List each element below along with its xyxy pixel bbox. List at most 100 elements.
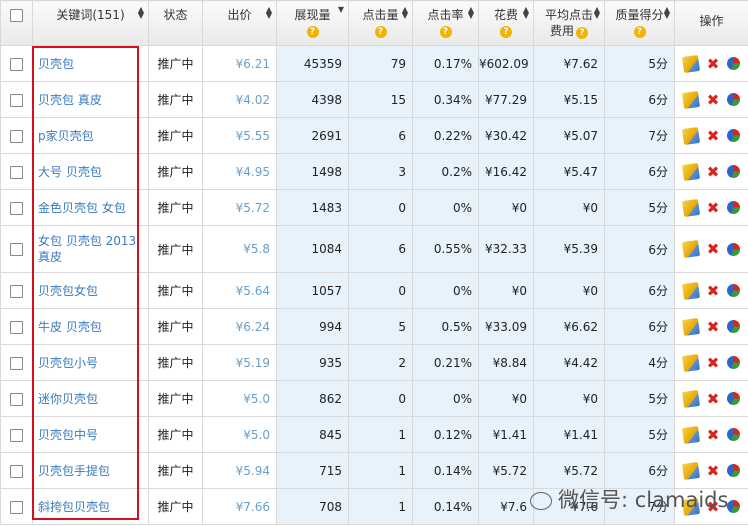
sort-arrows-icon[interactable]: ▲ ▼: [664, 6, 670, 20]
help-icon[interactable]: ?: [306, 26, 319, 38]
sort-arrows-icon[interactable]: ▲ ▼: [468, 6, 474, 20]
edit-icon[interactable]: [681, 198, 701, 217]
sort-arrows-icon[interactable]: ▲ ▼: [138, 6, 144, 20]
delete-icon[interactable]: ✖: [705, 200, 721, 216]
keyword-link[interactable]: 金色贝壳包 女包: [32, 189, 149, 226]
impressions-header[interactable]: 展现量? ▼: [276, 0, 349, 46]
edit-icon[interactable]: [681, 281, 701, 300]
edit-icon[interactable]: [681, 389, 701, 408]
bid-cell[interactable]: ¥7.66: [202, 488, 277, 525]
bid-cell[interactable]: ¥6.21: [202, 45, 277, 82]
row-checkbox[interactable]: [10, 356, 23, 370]
sort-arrows-icon[interactable]: ▲ ▼: [266, 6, 272, 20]
help-icon[interactable]: ?: [633, 26, 646, 38]
delete-icon[interactable]: ✖: [705, 164, 721, 180]
row-checkbox[interactable]: [10, 243, 23, 256]
pie-chart-icon[interactable]: [727, 284, 740, 297]
bid-cell[interactable]: ¥5.55: [202, 117, 277, 154]
edit-icon[interactable]: [681, 162, 701, 181]
bid-cell[interactable]: ¥5.72: [202, 189, 277, 226]
bid-cell[interactable]: ¥5.19: [202, 344, 277, 381]
bid-cell[interactable]: ¥5.94: [202, 452, 277, 489]
edit-icon[interactable]: [681, 239, 701, 259]
bid-cell[interactable]: ¥5.0: [202, 380, 277, 417]
pie-chart-icon[interactable]: [727, 392, 740, 405]
row-checkbox[interactable]: [10, 284, 23, 298]
delete-icon[interactable]: ✖: [705, 319, 721, 335]
pie-chart-icon[interactable]: [727, 464, 740, 477]
keyword-link[interactable]: 贝壳包女包: [32, 272, 149, 309]
delete-icon[interactable]: ✖: [705, 92, 721, 108]
keyword-link[interactable]: 牛皮 贝壳包: [32, 308, 149, 345]
delete-icon[interactable]: ✖: [705, 427, 721, 443]
row-checkbox[interactable]: [10, 392, 23, 406]
edit-icon[interactable]: [681, 126, 701, 145]
cost-header[interactable]: 花费? ▲ ▼: [478, 0, 534, 46]
delete-icon[interactable]: ✖: [705, 355, 721, 371]
keyword-link[interactable]: 贝壳包小号: [32, 344, 149, 381]
pie-chart-icon[interactable]: [727, 201, 740, 214]
keyword-link[interactable]: 贝壳包中号: [32, 416, 149, 453]
delete-icon[interactable]: ✖: [705, 463, 721, 479]
row-checkbox[interactable]: [10, 320, 23, 334]
keyword-link[interactable]: 贝壳包: [32, 45, 149, 82]
row-checkbox[interactable]: [10, 57, 23, 71]
row-checkbox[interactable]: [10, 500, 23, 514]
delete-icon[interactable]: ✖: [705, 391, 721, 407]
keyword-link[interactable]: p家贝壳包: [32, 117, 149, 154]
bid-cell[interactable]: ¥5.8: [202, 225, 277, 273]
sort-arrows-icon[interactable]: ▲ ▼: [402, 6, 408, 20]
quality-header[interactable]: 质量得分? ▲ ▼: [604, 0, 675, 46]
row-checkbox[interactable]: [10, 93, 23, 107]
row-checkbox[interactable]: [10, 201, 23, 215]
help-icon[interactable]: ?: [374, 26, 387, 38]
edit-icon[interactable]: [681, 54, 701, 73]
pie-chart-icon[interactable]: [727, 93, 740, 106]
keyword-link[interactable]: 贝壳包 真皮: [32, 81, 149, 118]
clicks-header[interactable]: 点击量? ▲ ▼: [348, 0, 413, 46]
edit-icon[interactable]: [681, 461, 701, 480]
keyword-header[interactable]: 关键词(151) ▲ ▼: [32, 0, 149, 46]
delete-icon[interactable]: ✖: [705, 283, 721, 299]
ctr-header[interactable]: 点击率? ▲ ▼: [412, 0, 479, 46]
delete-icon[interactable]: ✖: [705, 128, 721, 144]
delete-icon[interactable]: ✖: [705, 241, 721, 257]
row-checkbox[interactable]: [10, 464, 23, 478]
bid-cell[interactable]: ¥5.0: [202, 416, 277, 453]
pie-chart-icon[interactable]: [727, 129, 740, 142]
delete-icon[interactable]: ✖: [705, 56, 721, 72]
pie-chart-icon[interactable]: [727, 242, 740, 256]
edit-icon[interactable]: [681, 90, 701, 109]
keyword-link[interactable]: 斜挎包贝壳包: [32, 488, 149, 525]
keyword-link[interactable]: 贝壳包手提包: [32, 452, 149, 489]
keyword-link[interactable]: 大号 贝壳包: [32, 153, 149, 190]
ctr-cell: 0.5%: [412, 308, 479, 345]
edit-icon[interactable]: [681, 425, 701, 444]
edit-icon[interactable]: [681, 317, 701, 336]
pie-chart-icon[interactable]: [727, 320, 740, 333]
pie-chart-icon[interactable]: [727, 57, 740, 70]
help-icon[interactable]: ?: [500, 26, 512, 38]
pie-chart-icon[interactable]: [727, 500, 740, 513]
help-icon[interactable]: ?: [576, 27, 588, 39]
keyword-link[interactable]: 迷你贝壳包: [32, 380, 149, 417]
bid-cell[interactable]: ¥4.02: [202, 81, 277, 118]
bid-cell[interactable]: ¥6.24: [202, 308, 277, 345]
help-icon[interactable]: ?: [439, 26, 452, 38]
sort-arrows-icon[interactable]: ▲ ▼: [523, 6, 529, 20]
sort-arrows-icon[interactable]: ▲ ▼: [594, 6, 600, 20]
pie-chart-icon[interactable]: [727, 356, 740, 369]
keyword-link[interactable]: 女包 贝壳包 2013 真皮: [32, 225, 149, 273]
select-all-checkbox[interactable]: [10, 9, 23, 22]
bid-header[interactable]: 出价 ▲ ▼: [202, 0, 277, 46]
edit-icon[interactable]: [681, 353, 701, 372]
row-checkbox[interactable]: [10, 165, 23, 179]
pie-chart-icon[interactable]: [727, 428, 740, 441]
bid-cell[interactable]: ¥4.95: [202, 153, 277, 190]
row-checkbox[interactable]: [10, 129, 23, 143]
sort-down-icon[interactable]: ▼: [338, 6, 344, 14]
pie-chart-icon[interactable]: [727, 165, 740, 178]
bid-cell[interactable]: ¥5.64: [202, 272, 277, 309]
row-checkbox[interactable]: [10, 428, 23, 442]
avg-cpc-header[interactable]: 平均点击 费用? ▲ ▼: [533, 0, 605, 46]
